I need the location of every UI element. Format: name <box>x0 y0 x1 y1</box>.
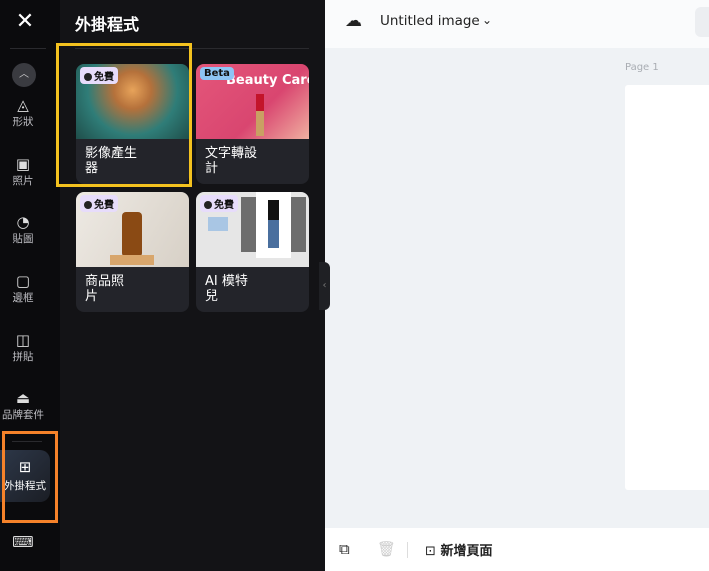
collapse-panel-handle[interactable]: ‹ <box>319 262 330 310</box>
rail-label: 拼貼 <box>12 351 34 363</box>
highlight-box-orange <box>2 431 58 523</box>
plugin-card-text-to-design[interactable]: Beauty Care Beta 文字轉設計 <box>196 64 309 184</box>
rail-item-frames[interactable]: ▢ 邊框 <box>0 272 46 305</box>
panel-title: 外掛程式 <box>75 15 140 34</box>
card-image-text: Beauty Care <box>226 73 309 88</box>
rail-item-stickers[interactable]: ◔ 貼圖 <box>0 213 46 246</box>
rail-item-shapes[interactable]: ◬ 形狀 <box>0 96 46 129</box>
cloud-saved-icon: ☁ <box>345 11 362 31</box>
card-label: 商品照片 <box>85 274 125 304</box>
keyboard-icon: ⌨ <box>12 533 34 551</box>
page-label: Page 1 <box>625 62 659 73</box>
free-badge: 免費 <box>200 195 238 212</box>
top-bar: ☁ Untitled image ⌄ <box>325 0 709 48</box>
add-page-label: 新增頁面 <box>440 544 493 559</box>
capcut-logo-icon[interactable]: ✕ <box>12 10 38 34</box>
rail-label: 貼圖 <box>12 233 34 245</box>
photo-icon: ▣ <box>15 155 31 173</box>
sticker-icon: ◔ <box>16 213 30 231</box>
collapse-up-button[interactable]: ︿ <box>12 63 36 87</box>
rail-item-photos[interactable]: ▣ 照片 <box>0 155 46 188</box>
divider <box>10 48 46 49</box>
badge-label: 免費 <box>94 200 114 211</box>
add-page-icon: ⊡ <box>425 544 436 559</box>
keyboard-shortcuts-button[interactable]: ⌨ <box>0 533 46 551</box>
frame-icon: ▢ <box>15 272 31 290</box>
card-label: AI 模特兒 <box>205 274 248 304</box>
highlight-box-yellow <box>56 43 192 187</box>
chevron-down-icon[interactable]: ⌄ <box>482 13 492 27</box>
rail-item-collage[interactable]: ◫ 拼貼 <box>0 331 46 364</box>
stand-image <box>110 255 154 265</box>
card-label: 文字轉設計 <box>205 146 258 176</box>
clock-icon <box>204 201 212 209</box>
delete-page-icon[interactable]: 🗑 <box>377 540 396 558</box>
card-image: Beauty Care Beta <box>196 64 309 139</box>
document-title[interactable]: Untitled image <box>380 13 480 29</box>
canvas-page[interactable] <box>625 85 709 490</box>
collage-icon: ◫ <box>15 331 31 349</box>
toolbar-button[interactable] <box>695 7 709 37</box>
rail-label: 邊框 <box>12 292 34 304</box>
plugin-card-ai-model[interactable]: 免費 AI 模特兒 <box>196 192 309 312</box>
shapes-icon: ◬ <box>17 96 29 114</box>
rail-item-brand-kit[interactable]: ⏏ 品牌套件 <box>0 389 50 422</box>
add-page-button[interactable]: ⊡ 新增頁面 <box>425 540 492 559</box>
rail-label: 照片 <box>12 175 34 187</box>
badge-label: 免費 <box>214 200 234 211</box>
model-photo <box>256 192 291 258</box>
free-badge: 免費 <box>80 195 118 212</box>
beta-badge: Beta <box>200 67 234 80</box>
rail-label: 品牌套件 <box>2 409 44 421</box>
rail-label: 形狀 <box>12 116 34 128</box>
divider <box>407 542 408 558</box>
card-image: 免費 <box>196 192 309 267</box>
brand-kit-icon: ⏏ <box>15 389 31 407</box>
bottle-image <box>122 212 142 257</box>
duplicate-page-icon[interactable]: ⧉ <box>339 540 350 558</box>
card-image: 免費 <box>76 192 189 267</box>
tshirt-image <box>208 217 228 231</box>
plugin-card-product-photo[interactable]: 免費 商品照片 <box>76 192 189 312</box>
bottom-bar: ⧉ 🗑 ⊡ 新增頁面 <box>325 528 709 571</box>
clock-icon <box>84 201 92 209</box>
lipstick-image <box>256 94 264 136</box>
